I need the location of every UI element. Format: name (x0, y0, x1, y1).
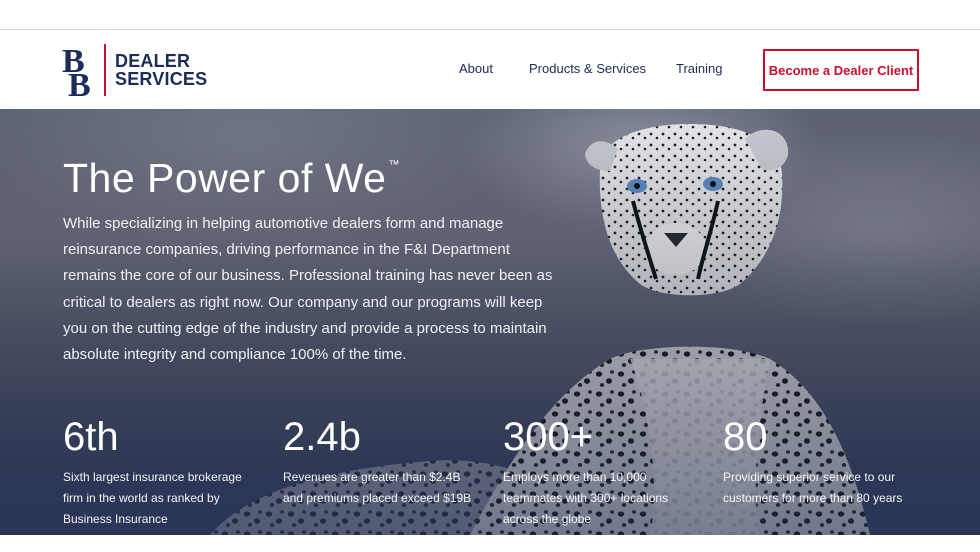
site-header: B B DEALER SERVICES About Products & Ser… (0, 31, 980, 109)
browser-top-strip (0, 0, 980, 30)
nav-link-about[interactable]: About (459, 61, 493, 76)
hero-description: While specializing in helping automotive… (63, 215, 553, 364)
brand-wordmark: DEALER SERVICES (115, 52, 207, 88)
nav-link-training[interactable]: Training (676, 61, 722, 76)
stat-ranking: 6th Sixth largest insurance brokerage fi… (63, 415, 253, 530)
brand-logo[interactable]: B B DEALER SERVICES (62, 42, 207, 98)
svg-text:B: B (68, 67, 91, 98)
stat-description: Revenues are greater than $2.4B and prem… (283, 470, 472, 505)
stat-revenue: 2.4b Revenues are greater than $2.4B and… (283, 415, 473, 509)
page-bottom-strip (0, 535, 980, 552)
stat-description: Providing superior service to our custom… (723, 470, 903, 505)
stat-value: 6th (63, 415, 119, 459)
trademark-symbol: ™ (388, 159, 400, 171)
stat-description: Sixth largest insurance brokerage firm i… (63, 470, 242, 526)
become-dealer-client-button[interactable]: Become a Dealer Client (763, 49, 919, 91)
bb-monogram-icon: B B (62, 42, 98, 98)
stat-locations: 300+ Employs more than 10,000 teammates … (503, 415, 693, 530)
stat-description: Employs more than 10,000 teammates with … (503, 470, 669, 526)
stat-value: 300+ (503, 415, 594, 459)
stat-years: 80 Providing superior service to our cus… (723, 415, 913, 509)
hero-section: The Power of We ™ While specializing in h… (0, 109, 980, 535)
stat-value: 2.4b (283, 415, 361, 459)
hero-title-text: The Power of We (63, 155, 387, 201)
brand-line-1: DEALER (115, 51, 191, 71)
nav-link-products-services[interactable]: Products & Services (529, 61, 646, 76)
logo-divider (104, 44, 106, 96)
stat-value: 80 (723, 415, 768, 459)
brand-line-2: SERVICES (115, 69, 208, 89)
hero-title: The Power of We ™ (63, 155, 400, 202)
